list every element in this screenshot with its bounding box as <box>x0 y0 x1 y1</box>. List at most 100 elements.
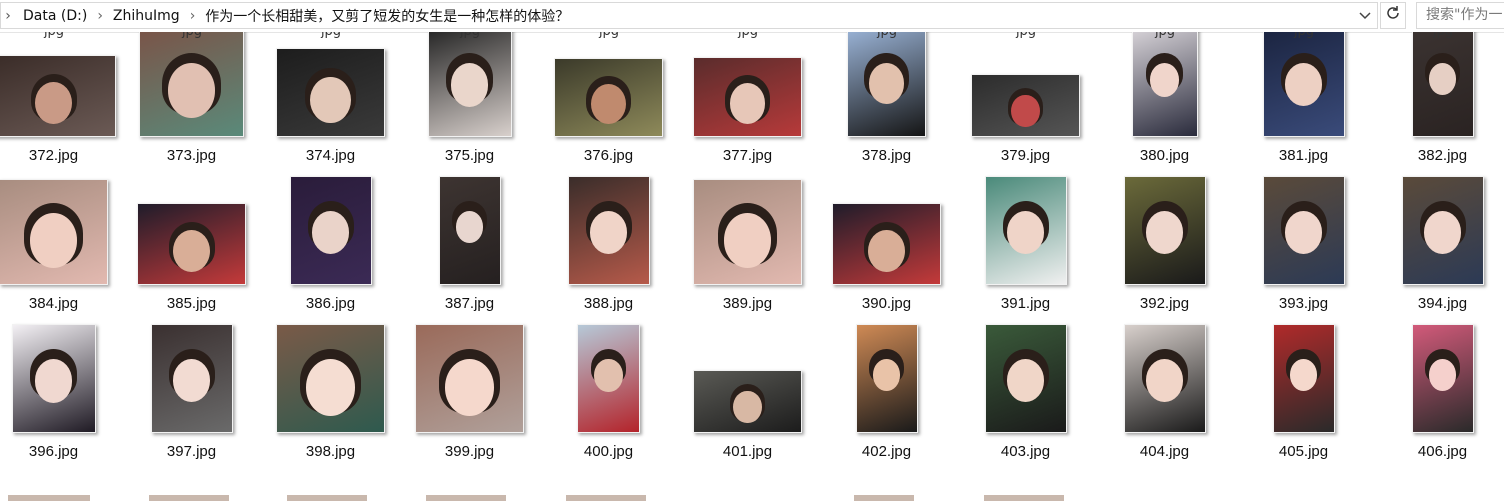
file-item[interactable]: 378.jpg <box>817 32 956 178</box>
file-item[interactable]: 386.jpg <box>261 176 400 326</box>
file-item[interactable]: 382.jpg <box>1373 32 1504 178</box>
image-thumbnail[interactable] <box>415 324 524 433</box>
file-name-label[interactable]: 406.jpg <box>1373 443 1504 460</box>
file-name-label[interactable]: 379.jpg <box>956 147 1095 164</box>
file-item[interactable]: 406.jpg <box>1373 324 1504 474</box>
image-thumbnail[interactable] <box>693 57 802 137</box>
file-name-label[interactable]: 397.jpg <box>122 443 261 460</box>
image-thumbnail[interactable] <box>1123 176 1206 285</box>
file-name-label[interactable]: 396.jpg <box>0 443 123 460</box>
file-item[interactable]: 393.jpg <box>1234 176 1373 326</box>
file-item[interactable]: 396.jpg <box>0 324 123 474</box>
image-thumbnail[interactable] <box>0 179 108 285</box>
image-thumbnail[interactable] <box>276 48 385 137</box>
refresh-button[interactable] <box>1380 2 1406 29</box>
image-thumbnail[interactable] <box>971 74 1080 137</box>
file-item[interactable]: 391.jpg <box>956 176 1095 326</box>
file-name-label[interactable]: 387.jpg <box>400 295 539 312</box>
file-name-label[interactable]: 384.jpg <box>0 295 123 312</box>
image-thumbnail[interactable] <box>11 324 96 433</box>
file-name-label[interactable]: 393.jpg <box>1234 295 1373 312</box>
file-item[interactable]: 392.jpg <box>1095 176 1234 326</box>
file-name-label[interactable]: 389.jpg <box>678 295 817 312</box>
image-thumbnail[interactable] <box>1411 324 1474 433</box>
file-item[interactable]: 399.jpg <box>400 324 539 474</box>
file-item[interactable]: 389.jpg <box>678 178 817 326</box>
breadcrumb-drive[interactable]: Data (D:) <box>19 8 91 24</box>
file-item[interactable]: 376.jpg <box>539 32 678 178</box>
file-item[interactable]: 404.jpg <box>1095 324 1234 474</box>
file-name-label[interactable]: 385.jpg <box>122 295 261 312</box>
file-item[interactable]: 384.jpg <box>0 178 123 326</box>
image-thumbnail[interactable] <box>693 179 802 285</box>
file-item[interactable]: 374.jpg <box>261 32 400 178</box>
cut-off-thumbnail[interactable] <box>287 495 367 501</box>
file-name-label[interactable]: 400.jpg <box>539 443 678 460</box>
file-name-label[interactable]: 374.jpg <box>261 147 400 164</box>
file-item[interactable]: 394.jpg <box>1373 176 1504 326</box>
chevron-down-icon[interactable] <box>1353 3 1377 28</box>
image-thumbnail[interactable] <box>427 32 512 137</box>
image-thumbnail[interactable] <box>276 324 385 433</box>
file-name-label[interactable]: 377.jpg <box>678 147 817 164</box>
file-item[interactable]: 381.jpg <box>1234 32 1373 178</box>
file-name-label[interactable]: 376.jpg <box>539 147 678 164</box>
file-item[interactable]: 401.jpg <box>678 326 817 474</box>
breadcrumb-separator-icon[interactable]: › <box>91 8 109 24</box>
file-item[interactable]: 390.jpg <box>817 178 956 326</box>
image-thumbnail[interactable] <box>137 203 246 285</box>
breadcrumb-folder[interactable]: ZhihuImg <box>109 8 184 24</box>
breadcrumb-separator-icon[interactable]: › <box>184 8 202 24</box>
image-thumbnail[interactable] <box>832 203 941 285</box>
file-item[interactable]: 400.jpg <box>539 324 678 474</box>
breadcrumb-current-folder[interactable]: 作为一个长相甜美，又剪了短发的女生是一种怎样的体验？ <box>201 6 573 26</box>
cut-off-thumbnail[interactable] <box>566 495 646 501</box>
image-thumbnail[interactable] <box>139 32 244 137</box>
image-thumbnail[interactable] <box>855 324 918 433</box>
file-name-label[interactable]: 392.jpg <box>1095 295 1234 312</box>
file-name-label[interactable]: 378.jpg <box>817 147 956 164</box>
file-item[interactable]: 385.jpg <box>122 178 261 326</box>
file-item[interactable]: 398.jpg <box>261 324 400 474</box>
file-item[interactable]: 402.jpg <box>817 324 956 474</box>
file-item[interactable]: 405.jpg <box>1234 324 1373 474</box>
file-name-label[interactable]: 375.jpg <box>400 147 539 164</box>
file-name-label[interactable]: 401.jpg <box>678 443 817 460</box>
file-item[interactable]: 375.jpg <box>400 32 539 178</box>
file-name-label[interactable]: 394.jpg <box>1373 295 1504 312</box>
file-name-label[interactable]: 399.jpg <box>400 443 539 460</box>
image-thumbnail[interactable] <box>577 324 640 433</box>
image-thumbnail[interactable] <box>289 176 372 285</box>
image-thumbnail[interactable] <box>1272 324 1335 433</box>
file-item[interactable]: 372.jpg <box>0 32 123 178</box>
image-thumbnail[interactable] <box>1262 176 1345 285</box>
file-name-label[interactable]: 398.jpg <box>261 443 400 460</box>
file-name-label[interactable]: 381.jpg <box>1234 147 1373 164</box>
image-thumbnail[interactable] <box>554 58 663 137</box>
image-thumbnail[interactable] <box>0 55 116 137</box>
cut-off-thumbnail[interactable] <box>426 495 506 501</box>
image-thumbnail[interactable] <box>1411 32 1474 137</box>
file-item[interactable]: 387.jpg <box>400 176 539 326</box>
search-input[interactable]: 搜索"作为一 <box>1416 2 1504 29</box>
file-item[interactable]: 388.jpg <box>539 176 678 326</box>
file-name-label[interactable]: 386.jpg <box>261 295 400 312</box>
image-thumbnail[interactable] <box>847 32 926 137</box>
image-thumbnail[interactable] <box>1131 32 1198 137</box>
address-bar[interactable]: › Data (D:) › ZhihuImg › 作为一个长相甜美，又剪了短发的… <box>0 2 1378 29</box>
file-item[interactable]: 403.jpg <box>956 324 1095 474</box>
file-name-label[interactable]: 382.jpg <box>1373 147 1504 164</box>
file-name-label[interactable]: 403.jpg <box>956 443 1095 460</box>
file-item[interactable]: 377.jpg <box>678 32 817 178</box>
image-thumbnail[interactable] <box>1262 32 1345 137</box>
file-item[interactable]: 379.jpg <box>956 32 1095 178</box>
chevron-right-icon[interactable]: › <box>3 8 13 24</box>
image-thumbnail[interactable] <box>1401 176 1484 285</box>
file-name-label[interactable]: 391.jpg <box>956 295 1095 312</box>
file-name-label[interactable]: 388.jpg <box>539 295 678 312</box>
file-name-label[interactable]: 390.jpg <box>817 295 956 312</box>
image-thumbnail[interactable] <box>693 370 802 433</box>
file-name-label[interactable]: 404.jpg <box>1095 443 1234 460</box>
image-thumbnail[interactable] <box>567 176 650 285</box>
image-thumbnail[interactable] <box>150 324 233 433</box>
